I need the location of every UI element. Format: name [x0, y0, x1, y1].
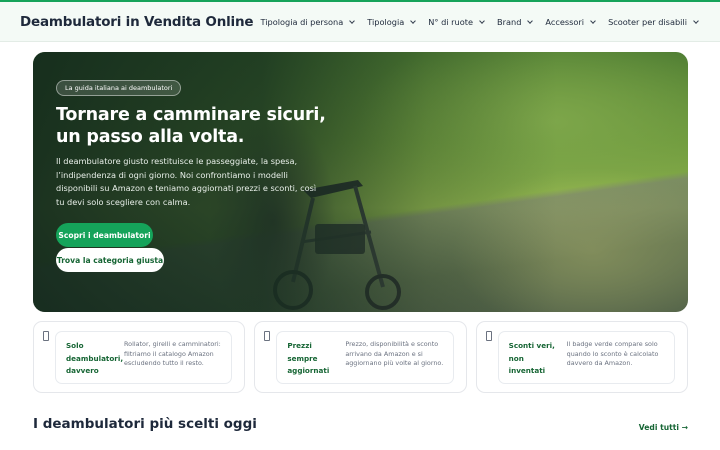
- site-header: Deambulatori in Vendita Online Tipologia…: [0, 2, 720, 42]
- feature-description: Prezzo, disponibilità e sconto arrivano …: [345, 340, 444, 367]
- nav-item-accessori[interactable]: Accessori: [545, 16, 596, 27]
- chevron-down-icon: [410, 17, 417, 24]
- feature-title: Prezzi sempre aggiornati: [287, 341, 330, 375]
- nav-item-label: N° di ruote: [428, 16, 473, 27]
- main-nav: Tipologia di persona Tipologia N° di ruo…: [261, 17, 699, 27]
- nav-item-label: Scooter per disabili: [608, 16, 687, 27]
- feature-icon: [485, 331, 492, 341]
- chevron-down-icon: [479, 17, 485, 24]
- feature-body: Sconti veri, non inventati Il badge verd…: [497, 331, 675, 384]
- chevron-down-icon: [527, 17, 534, 24]
- find-category-button[interactable]: Trova la categoria giusta: [56, 248, 164, 272]
- feature-icon: [264, 331, 271, 341]
- site-title[interactable]: Deambulatori in Vendita Online: [20, 14, 254, 30]
- nav-item-brand[interactable]: Brand: [497, 16, 534, 27]
- feature-card: Solo deambulatori, davvero Rollator, gir…: [33, 321, 246, 393]
- nav-item-label: Tipologia: [367, 16, 405, 27]
- nav-item-scooter[interactable]: Scooter per disabili: [608, 16, 699, 27]
- hero-badge: La guida italiana ai deambulatori: [56, 80, 182, 96]
- feature-body: Solo deambulatori, davvero Rollator, gir…: [55, 331, 233, 384]
- nav-item-label: Tipologia di persona: [260, 16, 344, 27]
- feature-description: Rollator, girelli e camminatori: filtria…: [124, 340, 221, 367]
- chevron-down-icon: [590, 17, 596, 24]
- hero-title: Tornare a camminare sicuri, un passo all…: [56, 105, 326, 147]
- nav-item-label: Accessori: [545, 16, 585, 27]
- feature-body: Prezzi sempre aggiornati Prezzo, disponi…: [276, 331, 454, 384]
- chevron-down-icon: [349, 17, 356, 24]
- feature-card: Prezzi sempre aggiornati Prezzo, disponi…: [254, 321, 467, 393]
- nav-item-tipologia[interactable]: Tipologia: [367, 16, 417, 27]
- feature-cards: Solo deambulatori, davvero Rollator, gir…: [33, 321, 688, 393]
- hero-banner: La guida italiana ai deambulatori Tornar…: [33, 52, 688, 312]
- feature-card: Sconti veri, non inventati Il badge verd…: [475, 321, 688, 393]
- section-title: I deambulatori più scelti oggi: [33, 416, 257, 432]
- feature-description: Il badge verde compare solo quando lo sc…: [566, 340, 659, 367]
- hero-description: Il deambulatore giusto restituisce le pa…: [56, 156, 317, 207]
- feature-title: Solo deambulatori, davvero: [66, 341, 124, 375]
- feature-icon: [43, 331, 49, 341]
- chevron-down-icon: [693, 17, 699, 24]
- nav-item-ruote[interactable]: N° di ruote: [428, 16, 485, 27]
- discover-walkers-button[interactable]: Scopri i deambulatori: [56, 223, 153, 247]
- see-all-link[interactable]: Vedi tutti →: [639, 423, 688, 432]
- feature-title: Sconti veri, non inventati: [508, 341, 555, 375]
- nav-item-label: Brand: [497, 16, 522, 27]
- nav-item-tipologia-persona[interactable]: Tipologia di persona: [260, 16, 356, 27]
